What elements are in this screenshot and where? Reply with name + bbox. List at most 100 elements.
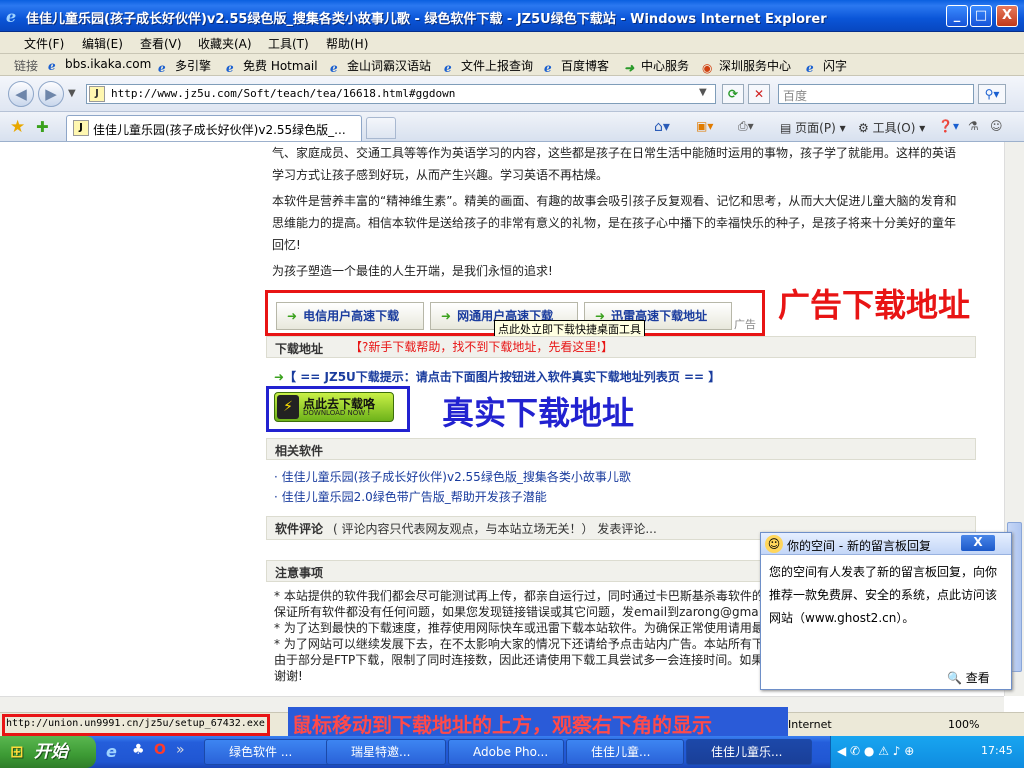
title-bar: e 佳佳儿童乐园(孩子成长好伙伴)v2.55绿色版_搜集各类小故事儿歌 - 绿色… — [0, 0, 1024, 32]
notification-popup[interactable]: ☺ 你的空间 - 新的留言板回复 X 您的空间有人发表了新的留言板回复，向你推荐… — [760, 532, 1012, 690]
related-section-header: 相关软件 — [266, 438, 976, 460]
zoom-level[interactable]: 100% — [948, 718, 979, 731]
lightning-icon: ⚡ — [277, 395, 299, 419]
menu-bar: 文件(F) 编辑(E) 查看(V) 收藏夹(A) 工具(T) 帮助(H) — [0, 32, 1024, 54]
popup-close-button[interactable]: X — [961, 535, 995, 551]
taskbar-item[interactable]: 佳佳儿童... — [566, 739, 684, 765]
link-item[interactable]: ➜ 中心服务 — [624, 57, 689, 75]
system-tray: ◀ ✆ ● ⚠ ♪ ⊕ 17:45 — [830, 736, 1024, 768]
page-icon: e — [806, 61, 814, 75]
related-link[interactable]: · 佳佳儿童乐园(孩子成长好伙伴)v2.55绿色版_搜集各类小故事儿歌 — [274, 468, 631, 485]
popup-title: 你的空间 - 新的留言板回复 — [787, 539, 931, 553]
help-icon[interactable]: ❓▾ — [938, 119, 959, 133]
taskbar-item-active[interactable]: 佳佳儿童乐... — [686, 739, 812, 765]
refresh-icon[interactable]: ⟳ — [722, 84, 744, 104]
menu-file[interactable]: 文件(F) — [24, 35, 64, 52]
maximize-button[interactable]: □ — [970, 5, 992, 27]
url-input[interactable]: J http://www.jz5u.com/Soft/teach/tea/166… — [86, 84, 716, 104]
link-item[interactable]: e 文件上报查询 — [444, 57, 533, 75]
add-favorite-icon[interactable]: ✚ — [36, 118, 49, 136]
link-item[interactable]: e 金山词霸汉语站 — [330, 57, 431, 75]
telecom-download-button[interactable]: ➜ 电信用户高速下载 — [276, 302, 424, 330]
forward-button[interactable]: ▶ — [38, 81, 64, 107]
link-item[interactable]: e bbs.ikaka.com — [48, 57, 151, 73]
research-icon[interactable]: ⚗ — [968, 119, 979, 133]
window-title: 佳佳儿童乐园(孩子成长好伙伴)v2.55绿色版_搜集各类小故事儿歌 - 绿色软件… — [26, 12, 827, 27]
download-heading: 下载地址 — [275, 342, 324, 356]
page-icon: e — [226, 61, 234, 75]
taskbar-item[interactable]: 瑞星特邀... — [326, 739, 446, 765]
download-help-link[interactable]: 【?新手下载帮助，找不到下载地址，先看这里!】 — [350, 338, 613, 355]
feeds-icon[interactable]: ▣▾ — [696, 119, 713, 133]
tools-menu[interactable]: ⚙ 工具(O) ▾ — [858, 119, 925, 136]
notice-line: * 本站提供的软件我们都会尽可能测试再上传，都亲自运行过，同时通过卡巴斯基杀毒软… — [274, 589, 760, 603]
url-dropdown-icon[interactable]: ▼ — [699, 87, 707, 98]
search-icon[interactable]: ⚲▾ — [978, 84, 1006, 104]
menu-view[interactable]: 查看(V) — [140, 35, 182, 52]
notice-line: 由于部分是FTP下载，限制了同时连接数，因此还请使用下载工具尝试多一会连接时间。… — [274, 653, 760, 667]
links-label: 链接 — [14, 59, 39, 73]
tab-bar: ★ ✚ J 佳佳儿童乐园(孩子成长好伙伴)v2.55绿色版_... ⌂▾ ▣▾ … — [0, 112, 1024, 142]
messenger-icon[interactable]: ☺ — [990, 119, 1003, 133]
menu-help[interactable]: 帮助(H) — [326, 35, 368, 52]
menu-edit[interactable]: 编辑(E) — [82, 35, 123, 52]
link-item[interactable]: e 多引擎 — [158, 57, 211, 75]
shield-icon: ◉ — [702, 61, 713, 75]
tray-icons[interactable]: ◀ ✆ ● ⚠ ♪ ⊕ — [837, 744, 914, 758]
download-now-button[interactable]: ⚡ 点此去下载咯 DOWNLOAD NOW ! — [274, 392, 394, 422]
taskbar-item[interactable]: 绿色软件 ... — [204, 739, 334, 765]
page-icon: e — [330, 61, 338, 75]
link-item[interactable]: ◉ 深圳服务中心 — [702, 57, 791, 75]
arrow-icon: ➜ — [274, 370, 285, 384]
links-bar: 链接 e bbs.ikaka.com e 多引擎 e 免费 Hotmail e 金山词霸… — [0, 54, 1024, 76]
status-url-highlight — [2, 714, 270, 736]
comment-heading: 软件评论 — [275, 522, 324, 536]
windows-logo-icon: ⊞ — [10, 742, 24, 761]
close-button[interactable]: X — [996, 5, 1018, 27]
site-favicon-icon: J — [89, 86, 105, 102]
download-now-sublabel: DOWNLOAD NOW ! — [303, 409, 371, 417]
tab-title: 佳佳儿童乐园(孩子成长好伙伴)v2.55绿色版_... — [93, 123, 346, 137]
avatar-icon: ☺ — [765, 535, 783, 553]
related-link[interactable]: · 佳佳儿童乐园2.0绿色带广告版_帮助开发孩子潜能 — [274, 488, 547, 505]
popup-view-link[interactable]: 🔍 查看 — [947, 669, 990, 686]
arrow-icon: ➜ — [287, 309, 298, 323]
new-tab-button[interactable] — [366, 117, 396, 139]
ie-quicklaunch-icon[interactable]: e — [106, 742, 117, 761]
messenger-quicklaunch-icon[interactable]: ♣ — [132, 742, 145, 758]
notice-list: * 本站提供的软件我们都会尽可能测试再上传，都亲自运行过，同时通过卡巴斯基杀毒软… — [274, 588, 760, 684]
site-favicon-icon: J — [73, 120, 89, 136]
history-dropdown-icon[interactable]: ▼ — [68, 88, 76, 99]
taskbar-item[interactable]: Adobe Pho... — [448, 739, 564, 765]
more-quicklaunch-icon[interactable]: » — [176, 742, 185, 758]
url-text: http://www.jz5u.com/Soft/teach/tea/16618… — [111, 87, 456, 100]
minimize-button[interactable]: _ — [946, 5, 968, 27]
link-item[interactable]: e 闪字 — [806, 57, 847, 75]
link-item[interactable]: e 百度博客 — [544, 57, 609, 75]
page-icon: e — [544, 61, 552, 75]
annotation-real-download: 真实下载地址 — [442, 394, 635, 432]
back-button[interactable]: ◀ — [8, 81, 34, 107]
link-item[interactable]: e 免费 Hotmail — [226, 57, 318, 75]
body-paragraph: 气、家庭成员、交通工具等等作为英语学习的内容，这些都是孩子在日常生活中能随时运用… — [272, 146, 957, 182]
menu-tools[interactable]: 工具(T) — [268, 35, 309, 52]
print-icon[interactable]: ⎙▾ — [738, 119, 754, 134]
start-button[interactable]: ⊞ 开始 — [0, 736, 96, 768]
search-icon: 🔍 — [947, 671, 962, 685]
annotation-ad-download: 广告下载地址 — [778, 286, 971, 324]
ie-logo-icon: e — [6, 7, 17, 26]
popup-titlebar: ☺ 你的空间 - 新的留言板回复 X — [761, 533, 1011, 555]
related-heading: 相关软件 — [275, 444, 324, 458]
notice-heading: 注意事项 — [275, 566, 324, 580]
notice-line: * 为了网站可以继续发展下去，在不太影响大家的情况下还请给予点击站内广告。本站所… — [274, 637, 760, 651]
menu-favorites[interactable]: 收藏夹(A) — [198, 35, 252, 52]
tab-active[interactable]: J 佳佳儿童乐园(孩子成长好伙伴)v2.55绿色版_... — [66, 115, 362, 141]
popup-message[interactable]: 您的空间有人发表了新的留言板回复，向你推荐一款免费屏、安全的系统，点此访问该网站… — [769, 561, 1003, 630]
search-input[interactable]: 百度 — [778, 84, 974, 104]
opera-quicklaunch-icon[interactable]: O — [154, 742, 166, 758]
home-icon[interactable]: ⌂▾ — [654, 119, 670, 135]
comment-note[interactable]: ( 评论内容只代表网友观点，与本站立场无关！） 发表评论... — [333, 520, 657, 537]
favorites-star-icon[interactable]: ★ — [10, 117, 25, 137]
stop-icon[interactable]: ✕ — [748, 84, 770, 104]
page-menu[interactable]: ▤ 页面(P) ▾ — [780, 119, 846, 136]
